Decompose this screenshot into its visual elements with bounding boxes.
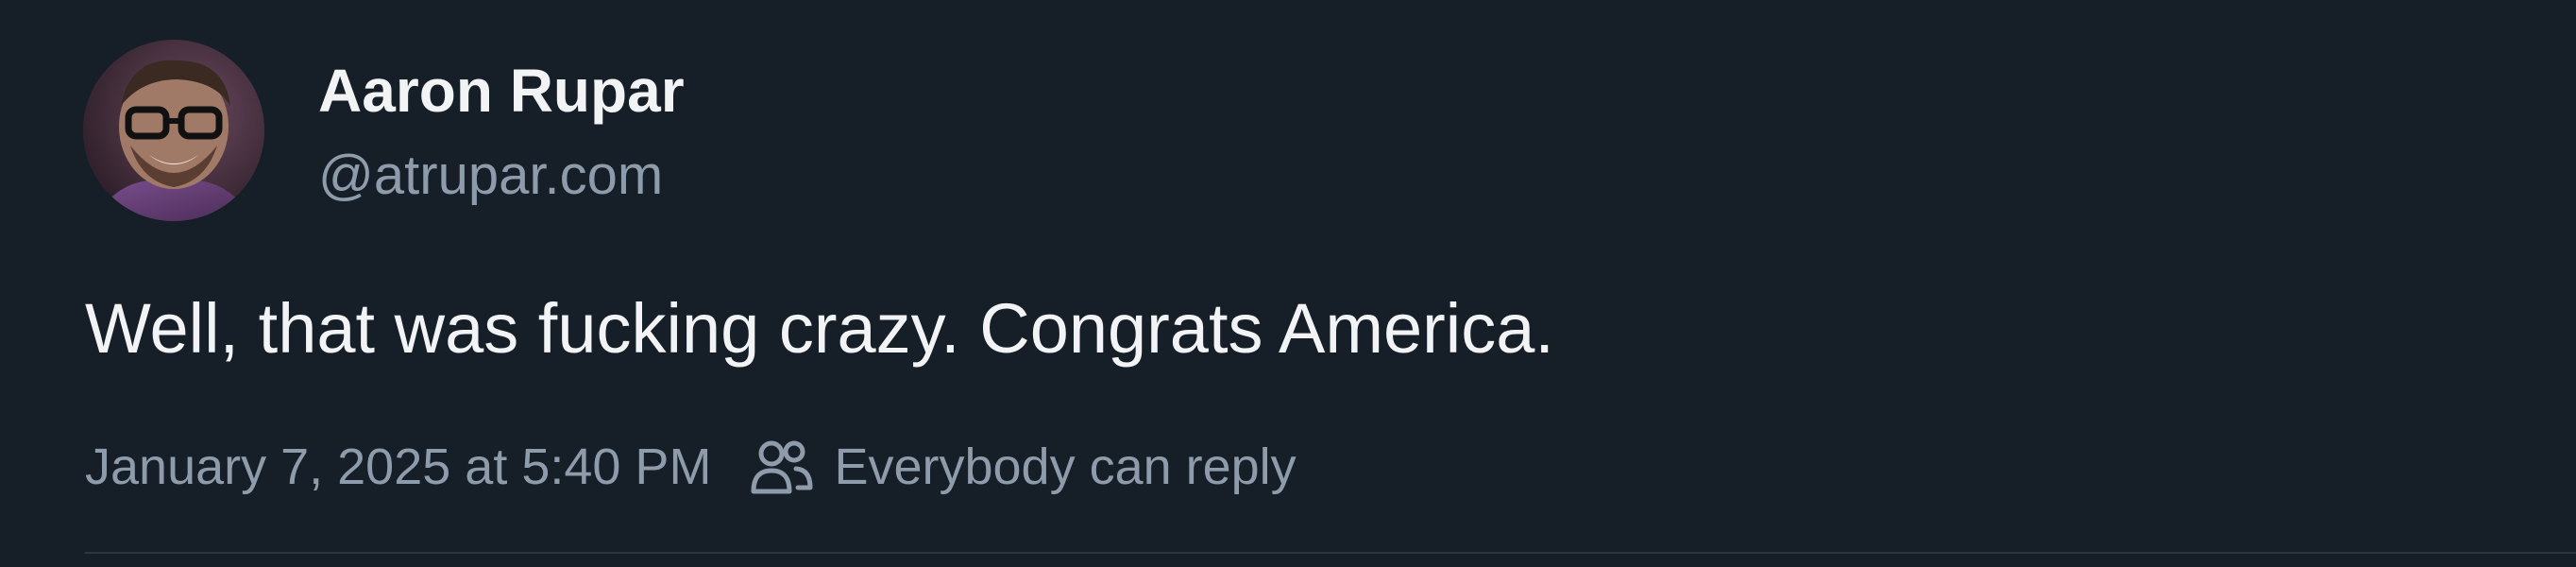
post-timestamp[interactable]: January 7, 2025 at 5:40 PM (85, 438, 711, 496)
author-display-name[interactable]: Aaron Rupar (318, 53, 685, 129)
post-meta: January 7, 2025 at 5:40 PM Everybody can… (85, 433, 1296, 501)
post-text: Well, that was fucking crazy. Congrats A… (85, 289, 1554, 368)
post: Aaron Rupar @atrupar.com Well, that was … (0, 0, 2576, 567)
author-handle[interactable]: @atrupar.com (318, 142, 663, 210)
people-icon (751, 438, 813, 495)
reply-setting[interactable]: Everybody can reply (751, 438, 1296, 496)
divider (85, 552, 2576, 554)
avatar-photo (83, 40, 264, 221)
author-avatar[interactable] (83, 40, 264, 221)
reply-setting-label: Everybody can reply (834, 438, 1296, 495)
